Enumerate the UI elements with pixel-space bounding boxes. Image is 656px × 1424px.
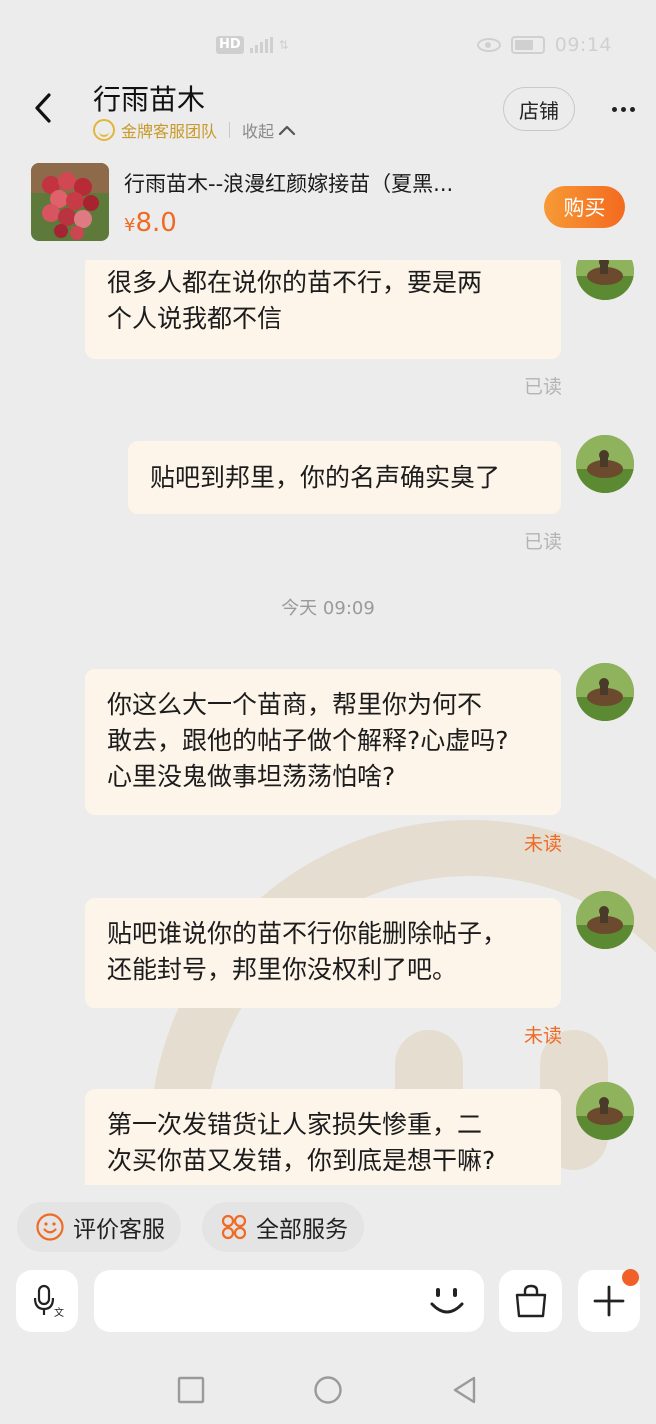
smile-badge-icon (93, 119, 115, 141)
store-button[interactable]: 店铺 (503, 87, 575, 131)
svg-text:文: 文 (54, 1306, 64, 1319)
message-bubble[interactable]: 第一次发错货让人家损失惨重，二 次买你苗又发错，你到底是想干嘛? (85, 1089, 561, 1185)
message-line: 个人说我都不信 (107, 304, 283, 333)
price-value: 8.0 (135, 208, 177, 238)
product-title: 行雨苗木--浪漫红颜嫁接苗（夏黑... (124, 172, 454, 196)
network-indicators: HD ⇅ (216, 34, 289, 56)
message-line: 贴吧到邦里，你的名声确实臭了 (150, 462, 501, 492)
signal-icon (249, 37, 273, 53)
all-services-button[interactable]: 全部服务 (202, 1202, 364, 1252)
avatar[interactable] (576, 891, 634, 949)
notification-dot (622, 1269, 639, 1286)
message-line: 心里没鬼做事坦荡荡怕啥? (107, 762, 396, 791)
emoji-button[interactable] (426, 1282, 468, 1322)
message-line: 第一次发错货让人家损失惨重，二 (107, 1110, 483, 1139)
unread-status: 未读 (523, 1025, 562, 1047)
product-image[interactable] (31, 163, 109, 241)
currency-symbol: ¥ (124, 215, 136, 236)
back-arrow-icon (35, 93, 51, 123)
back-button[interactable] (26, 88, 60, 128)
avatar[interactable] (576, 1082, 634, 1140)
square-icon (177, 1376, 205, 1404)
message-line: 次买你苗又发错，你到底是想干嘛? (107, 1146, 496, 1175)
chat-area[interactable]: 很多人都在说你的苗不行，要是两 个人说我都不信 已读 贴吧到邦里，你的名声确实臭… (0, 260, 656, 1185)
chevron-up-icon (278, 125, 296, 136)
eye-icon (476, 38, 501, 52)
avatar[interactable] (576, 260, 634, 300)
unread-status: 未读 (523, 833, 562, 855)
battery-icon (510, 36, 545, 54)
data-speed-icon: ⇅ (278, 38, 289, 52)
product-price: ¥8.0 (124, 208, 177, 238)
emoji-icon (430, 1288, 464, 1314)
all-services-label: 全部服务 (256, 1217, 348, 1243)
message-bubble[interactable]: 很多人都在说你的苗不行，要是两 个人说我都不信 (85, 260, 561, 359)
buy-button[interactable]: 购买 (544, 186, 625, 228)
service-subline: 金牌客服团队 收起 (93, 118, 296, 142)
shopping-bag-icon (515, 1284, 546, 1318)
message-line: 很多人都在说你的苗不行，要是两 (107, 268, 483, 297)
message-line: 贴吧谁说你的苗不行你能删除帖子， (107, 919, 508, 948)
divider (229, 122, 231, 138)
circle-icon (314, 1376, 342, 1404)
time-separator: 今天 09:09 (281, 598, 375, 619)
gold-service-label: 金牌客服团队 (121, 122, 218, 141)
grid-services-icon (221, 1214, 247, 1240)
message-line: 你这么大一个苗商，帮里你为何不 (107, 690, 483, 719)
message-line: 还能封号，邦里你没权利了吧。 (107, 955, 458, 984)
message-line: 敢去，跟他的帖子做个解释?心虚吗? (107, 726, 509, 755)
recent-apps-button[interactable] (171, 1370, 211, 1410)
message-bubble[interactable]: 你这么大一个苗商，帮里你为何不 敢去，跟他的帖子做个解释?心虚吗? 心里没鬼做事… (85, 669, 561, 815)
rate-service-button[interactable]: 评价客服 (17, 1202, 181, 1252)
message-bubble[interactable]: 贴吧谁说你的苗不行你能删除帖子， 还能封号，邦里你没权利了吧。 (85, 898, 561, 1008)
status-bar: HD ⇅ 09:14 (0, 0, 656, 88)
voice-input-button[interactable]: 文 (16, 1270, 78, 1332)
shop-bag-button[interactable] (499, 1270, 562, 1332)
hd-badge: HD (216, 36, 244, 54)
read-status: 已读 (523, 531, 562, 553)
triangle-back-icon (453, 1376, 476, 1404)
smile-icon (36, 1213, 64, 1241)
collapse-button[interactable]: 收起 (242, 118, 296, 142)
status-right: 09:14 (476, 32, 612, 58)
more-icon[interactable] (606, 98, 640, 120)
message-bubble[interactable]: 贴吧到邦里，你的名声确实臭了 (128, 441, 561, 514)
plus-icon (593, 1285, 625, 1317)
home-button[interactable] (308, 1370, 348, 1410)
system-back-button[interactable] (444, 1370, 484, 1410)
read-status: 已读 (523, 376, 562, 398)
rate-service-label: 评价客服 (73, 1217, 165, 1243)
clock: 09:14 (554, 34, 612, 56)
shop-title: 行雨苗木 (93, 83, 206, 116)
avatar[interactable] (576, 663, 634, 721)
collapse-label: 收起 (242, 122, 275, 141)
microphone-icon: 文 (33, 1284, 64, 1319)
avatar[interactable] (576, 435, 634, 493)
